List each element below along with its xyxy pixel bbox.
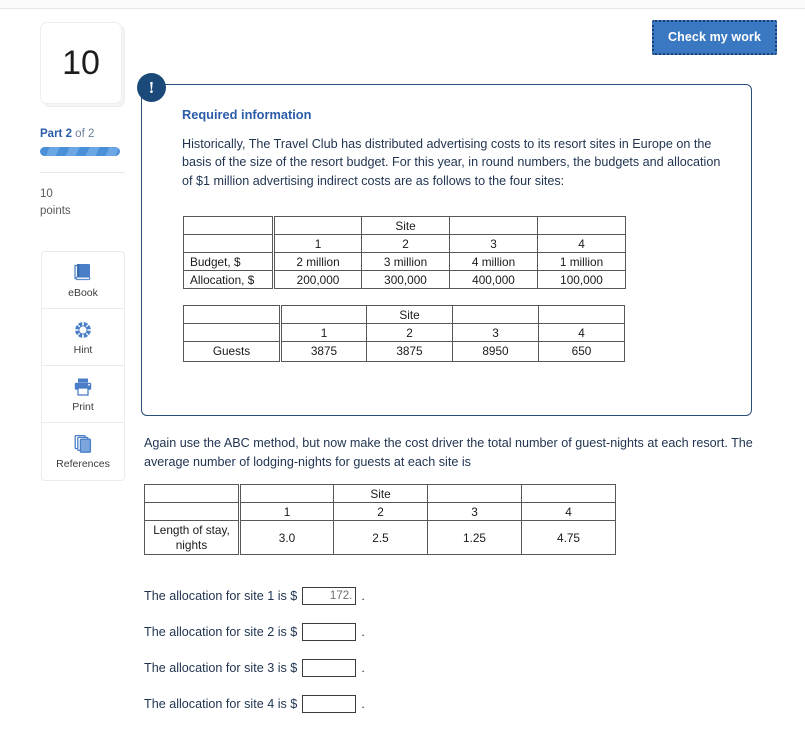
table2-group-header: Site: [366, 305, 453, 324]
table2-row-0-value-0: 3875: [280, 341, 367, 362]
allocation-input-site-2[interactable]: [302, 623, 357, 641]
table-row: Allocation, $ 200,000 300,000 400,000 10…: [183, 270, 626, 289]
part-of: of: [71, 128, 88, 140]
part-progress-bar: [40, 147, 120, 156]
panel-body: Historically, The Travel Club has distri…: [182, 137, 721, 188]
table1-row-0-value-1: 3 million: [361, 252, 450, 271]
allocation-input-site-1[interactable]: [302, 587, 357, 605]
mid-instruction-paragraph: Again use the ABC method, but now make t…: [144, 436, 753, 469]
answer-label-site-3: The allocation for site 3 is $: [144, 661, 298, 675]
table3-site-4: 4: [521, 502, 616, 521]
answer-period-site-3: .: [361, 661, 365, 675]
panel-title: Required information: [182, 107, 312, 122]
answer-list: The allocation for site 1 is $ . The all…: [144, 586, 365, 730]
tool-references-label: References: [56, 458, 110, 470]
table1-group-header: Site: [361, 216, 450, 235]
table2-row-0-value-2: 8950: [452, 341, 539, 362]
allocation-input-site-3[interactable]: [302, 659, 357, 677]
table-row: Site: [183, 216, 626, 235]
part-prefix: Part: [40, 128, 66, 140]
table3-group-header: Site: [333, 484, 428, 503]
tool-print[interactable]: Print: [42, 366, 124, 423]
life-ring-icon: [72, 319, 94, 341]
answer-row-site-4: The allocation for site 4 is $ .: [144, 694, 365, 714]
tool-panel: eBook Hint Print References: [41, 251, 125, 481]
allocation-input-site-4[interactable]: [302, 695, 357, 713]
points-value: 10: [40, 188, 53, 200]
table2-site-2: 2: [366, 323, 453, 342]
table2-site-1: 1: [280, 323, 367, 342]
answer-period-site-1: .: [361, 589, 365, 603]
table3-site-3: 3: [427, 502, 522, 521]
tool-references[interactable]: References: [42, 423, 124, 480]
question-number-card: 10: [40, 22, 122, 104]
part-total: 2: [87, 128, 95, 140]
table3-row-0-value-0: 3.0: [239, 519, 334, 556]
check-my-work-button[interactable]: Check my work: [652, 20, 778, 55]
points-label: points: [40, 204, 71, 217]
table-row: 1 2 3 4: [183, 323, 625, 342]
table-row: 1 2 3 4: [144, 502, 616, 521]
answer-row-site-2: The allocation for site 2 is $ .: [144, 622, 365, 642]
table2-row-0-value-3: 650: [538, 341, 625, 362]
table1-site-1: 1: [273, 234, 362, 253]
table2-site-4: 4: [538, 323, 625, 342]
table3-row-0-value-1: 2.5: [333, 519, 428, 556]
answer-label-site-1: The allocation for site 1 is $: [144, 589, 298, 603]
answer-period-site-4: .: [361, 697, 365, 711]
tool-hint-label: Hint: [73, 343, 93, 356]
tool-ebook[interactable]: eBook: [42, 252, 124, 309]
table3-row-0-value-2: 1.25: [427, 519, 522, 556]
rail-divider: [40, 172, 125, 173]
answer-label-site-4: The allocation for site 4 is $: [144, 697, 298, 711]
table-row: Site: [183, 305, 625, 324]
table2-site-3: 3: [452, 323, 539, 342]
table-row: Guests 3875 3875 8950 650: [183, 341, 625, 362]
guests-table: Site 1 2 3 4 Guests 3875 3875 8950 650: [183, 305, 625, 362]
table3-row-0-label: Length of stay, nights: [144, 519, 241, 556]
table1-row-1-value-3: 100,000: [537, 270, 626, 289]
table3-row-0-value-3: 4.75: [521, 519, 616, 556]
tool-ebook-label: eBook: [68, 286, 98, 299]
top-strip: [0, 0, 805, 9]
table3-site-2: 2: [333, 502, 428, 521]
question-page: Check my work 10 Part 2 of 2 10 points e…: [0, 0, 805, 737]
table1-row-1-value-0: 200,000: [273, 270, 362, 289]
table1-site-2: 2: [361, 234, 450, 253]
question-number: 10: [62, 44, 100, 82]
table3-site-1: 1: [239, 502, 334, 521]
points-block: 10 points: [40, 186, 126, 219]
table2-row-0-label: Guests: [183, 341, 282, 362]
answer-label-site-2: The allocation for site 2 is $: [144, 625, 298, 639]
table1-site-3: 3: [449, 234, 538, 253]
table-row: Length of stay, nights 3.0 2.5 1.25 4.75: [144, 519, 616, 556]
answer-row-site-3: The allocation for site 3 is $ .: [144, 658, 365, 678]
answer-row-site-1: The allocation for site 1 is $ .: [144, 586, 365, 606]
table1-row-0-value-2: 4 million: [449, 252, 538, 271]
answer-period-site-2: .: [361, 625, 365, 639]
printer-icon: [72, 376, 94, 398]
table1-row-1-value-2: 400,000: [449, 270, 538, 289]
table1-site-4: 4: [537, 234, 626, 253]
length-of-stay-table: Site 1 2 3 4 Length of stay, nights 3.0 …: [144, 484, 616, 556]
table1-row-1-value-1: 300,000: [361, 270, 450, 289]
copy-pages-icon: [72, 433, 94, 455]
table1-row-0-value-0: 2 million: [273, 252, 362, 271]
tool-hint[interactable]: Hint: [42, 309, 124, 366]
table1-row-0-value-3: 1 million: [537, 252, 626, 271]
part-indicator: Part 2 of 2: [40, 128, 126, 140]
table-row: Site: [144, 484, 616, 503]
left-rail: 10 Part 2 of 2 10 points: [40, 22, 126, 219]
table-row: 1 2 3 4: [183, 234, 626, 253]
exclamation-badge-icon: !: [137, 73, 166, 102]
table2-row-0-value-1: 3875: [366, 341, 453, 362]
table-row: Budget, $ 2 million 3 million 4 million …: [183, 252, 626, 271]
budget-allocation-table: Site 1 2 3 4 Budget, $ 2 million 3 milli…: [183, 216, 626, 289]
tool-print-label: Print: [72, 400, 94, 413]
table1-row-0-label: Budget, $: [183, 252, 275, 271]
book-icon: [72, 262, 94, 284]
table1-row-1-label: Allocation, $: [183, 270, 275, 289]
